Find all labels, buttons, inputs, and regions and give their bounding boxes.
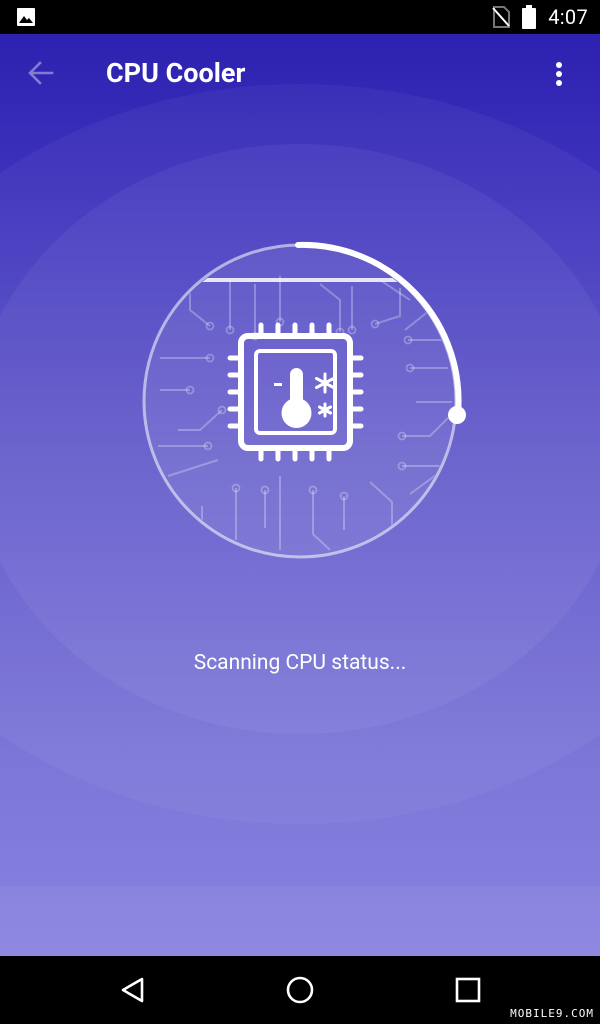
nav-back-button[interactable] [110, 968, 154, 1012]
status-bar: 4:07 [0, 0, 600, 34]
image-icon [17, 8, 35, 26]
scan-highlight [150, 278, 410, 282]
toolbar: CPU Cooler [0, 34, 600, 112]
recents-square-icon [455, 977, 481, 1003]
app-screen: CPU Cooler Scanning CPU status... [0, 34, 600, 956]
watermark: MOBILE9.COM [510, 1007, 594, 1020]
scan-progress-knob [448, 406, 466, 424]
battery-icon [522, 5, 537, 29]
back-triangle-icon [121, 977, 144, 1003]
scan-status-text: Scanning CPU status... [193, 651, 407, 675]
bottom-band [0, 886, 600, 956]
home-circle-icon [286, 976, 314, 1004]
no-sim-icon [492, 6, 511, 28]
status-time: 4:07 [548, 5, 588, 29]
navigation-bar: MOBILE9.COM [0, 956, 600, 1024]
nav-recents-button[interactable] [446, 968, 490, 1012]
overflow-menu-button[interactable] [546, 56, 572, 92]
nav-home-button[interactable] [278, 968, 322, 1012]
more-vert-icon [556, 62, 562, 86]
page-title: CPU Cooler [106, 57, 246, 89]
back-button[interactable] [22, 54, 60, 92]
arrow-back-icon [28, 61, 54, 85]
cpu-scan-graphic [142, 241, 466, 559]
